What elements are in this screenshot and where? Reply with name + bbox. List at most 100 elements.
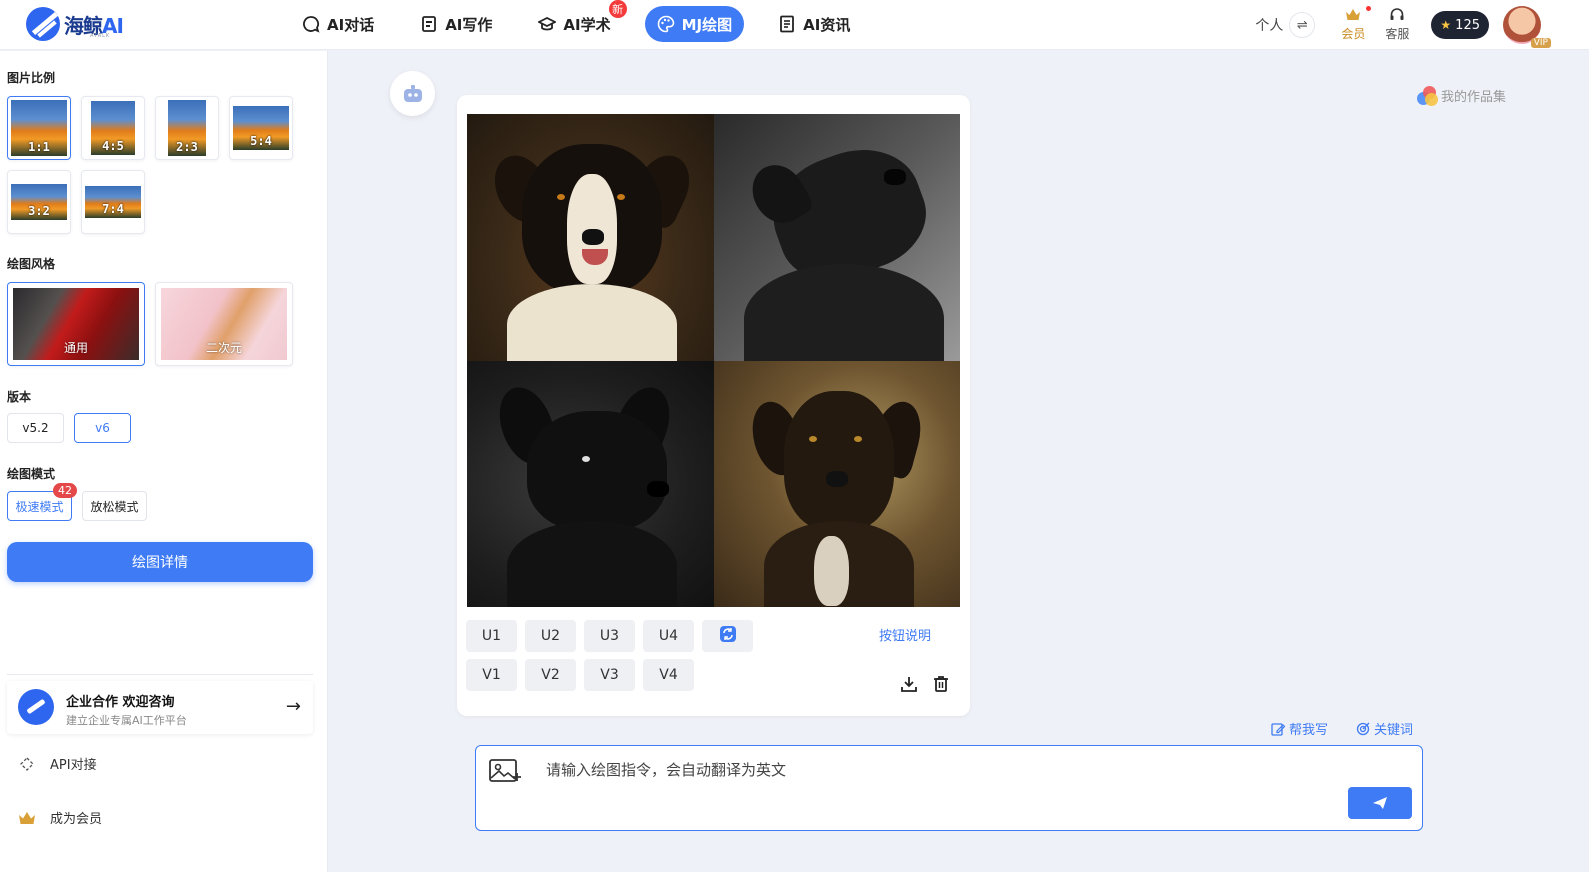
headset-icon xyxy=(1389,8,1405,25)
gallery-icon xyxy=(1415,84,1438,106)
logo-subtitle: ATALK xyxy=(90,33,111,39)
ratio-label: 7:4 xyxy=(102,202,124,216)
variation-v2-button[interactable]: V2 xyxy=(525,659,576,691)
palette-icon xyxy=(657,15,675,33)
target-icon xyxy=(1356,722,1370,735)
upscale-u1-button[interactable]: U1 xyxy=(466,620,517,652)
help-write-link[interactable]: 帮我写 xyxy=(1271,719,1328,738)
service-button[interactable]: 客服 xyxy=(1385,8,1409,42)
generated-image-2[interactable] xyxy=(713,114,960,361)
notification-dot xyxy=(1366,6,1372,11)
keywords-link[interactable]: 关键词 xyxy=(1356,719,1413,738)
mode-fast[interactable]: 极速模式 42 xyxy=(7,483,77,521)
send-button[interactable] xyxy=(1348,787,1412,819)
ratio-label: 4:5 xyxy=(102,139,124,153)
reroll-button[interactable] xyxy=(702,620,753,652)
ratio-label: 2:3 xyxy=(176,140,198,154)
nav-ai-chat[interactable]: AI对话 xyxy=(290,6,386,42)
prompt-input-box[interactable]: 请输入绘图指令，会自动翻译为英文 xyxy=(475,745,1423,831)
vip-tag: VIP xyxy=(1530,38,1551,48)
button-help-link[interactable]: 按钮说明 xyxy=(879,625,931,644)
nav-ai-academic[interactable]: AI学术 新 xyxy=(526,0,627,42)
image-upload-icon[interactable] xyxy=(488,757,522,789)
header-right: 个人 ⇌ 会员 客服 ★ 125 VIP xyxy=(1255,0,1551,50)
new-badge: 新 xyxy=(608,0,627,18)
top-header: 海鲸AI ATALK AI对话 AI写作 AI学术 新 MJ绘图 AI资讯 个人… xyxy=(0,0,1589,50)
drawing-details-button[interactable]: 绘图详情 xyxy=(7,542,313,582)
ratio-option-4-5[interactable]: 4:5 xyxy=(81,96,145,160)
ratio-thumbnail: 7:4 xyxy=(85,186,141,218)
coin-balance[interactable]: ★ 125 xyxy=(1431,11,1489,39)
version-section-title: 版本 xyxy=(7,390,32,404)
user-avatar[interactable]: VIP xyxy=(1503,6,1551,48)
prompt-helpers: 帮我写 关键词 xyxy=(1271,719,1413,738)
doc-write-icon xyxy=(420,15,438,33)
ratio-label: 5:4 xyxy=(250,134,272,148)
mode-relax[interactable]: 放松模式 xyxy=(82,491,147,521)
nav-ai-writing[interactable]: AI写作 xyxy=(408,6,504,42)
api-link-label: API对接 xyxy=(50,758,97,773)
enterprise-card[interactable]: 企业合作 欢迎咨询 建立企业专属AI工作平台 → xyxy=(7,681,313,734)
api-link[interactable]: API对接 xyxy=(18,754,97,773)
nav-label: AI对话 xyxy=(327,15,375,34)
gallery-link-label: 我的作品集 xyxy=(1441,89,1507,105)
ratio-option-5-4[interactable]: 5:4 xyxy=(229,96,293,160)
variation-v4-button[interactable]: V4 xyxy=(643,659,694,691)
chat-bubble-icon xyxy=(302,15,320,33)
ratio-thumbnail: 1:1 xyxy=(11,100,67,156)
news-icon xyxy=(778,15,796,33)
graduation-cap-icon xyxy=(538,15,557,33)
personal-switch[interactable]: 个人 ⇌ xyxy=(1255,12,1316,38)
style-thumbnail: 二次元 xyxy=(161,288,287,360)
version-v5-2[interactable]: v5.2 xyxy=(7,413,64,443)
ratio-thumbnail: 4:5 xyxy=(91,101,135,155)
result-card: U1 U2 U3 U4 按钮说明 V1 V2 V3 V4 xyxy=(457,95,970,716)
bot-avatar xyxy=(390,71,435,116)
image-grid xyxy=(467,114,960,607)
style-thumbnail: 通用 xyxy=(13,288,139,360)
mode-section-title: 绘图模式 xyxy=(7,467,56,481)
download-icon[interactable] xyxy=(900,675,918,697)
ratio-option-3-2[interactable]: 3:2 xyxy=(7,170,71,234)
personal-label: 个人 xyxy=(1255,18,1284,34)
generated-image-4[interactable] xyxy=(713,360,960,607)
mode-label: 极速模式 xyxy=(15,499,64,514)
ratio-option-1-1[interactable]: 1:1 xyxy=(7,96,71,160)
crown-icon xyxy=(18,809,36,827)
arrow-right-icon: → xyxy=(285,696,301,717)
style-option-anime[interactable]: 二次元 xyxy=(155,282,293,366)
ratio-thumbnail: 3:2 xyxy=(11,184,67,220)
ratio-thumbnail: 2:3 xyxy=(168,100,206,156)
ratio-section-title: 图片比例 xyxy=(7,71,56,85)
nav-ai-news[interactable]: AI资讯 xyxy=(766,6,862,42)
vip-label: 会员 xyxy=(1341,27,1366,41)
image-actions xyxy=(900,675,950,697)
variation-v1-button[interactable]: V1 xyxy=(466,659,517,691)
variation-v3-button[interactable]: V3 xyxy=(584,659,635,691)
remaining-count-badge: 42 xyxy=(53,483,77,498)
swap-icon[interactable]: ⇌ xyxy=(1289,12,1316,38)
ratio-thumbnail: 5:4 xyxy=(233,106,289,150)
trash-icon[interactable] xyxy=(932,675,950,697)
nav-label: AI写作 xyxy=(445,15,493,34)
nav-mj-drawing[interactable]: MJ绘图 xyxy=(644,6,745,42)
site-logo[interactable]: 海鲸AI ATALK xyxy=(26,6,124,42)
prompt-placeholder[interactable]: 请输入绘图指令，会自动翻译为英文 xyxy=(546,759,786,780)
help-write-label: 帮我写 xyxy=(1289,723,1329,738)
ratio-option-7-4[interactable]: 7:4 xyxy=(81,170,145,234)
style-option-general[interactable]: 通用 xyxy=(7,282,145,366)
ratio-option-2-3[interactable]: 2:3 xyxy=(155,96,219,160)
generated-image-3[interactable] xyxy=(467,360,714,607)
upscale-u3-button[interactable]: U3 xyxy=(584,620,635,652)
main-nav: AI对话 AI写作 AI学术 新 MJ绘图 AI资讯 xyxy=(290,0,884,42)
vip-button[interactable]: 会员 xyxy=(1341,6,1372,42)
api-icon xyxy=(18,755,36,773)
send-icon xyxy=(1373,797,1387,809)
refresh-icon xyxy=(719,625,737,647)
upscale-u4-button[interactable]: U4 xyxy=(643,620,694,652)
version-v6[interactable]: v6 xyxy=(74,413,131,443)
become-member-link[interactable]: 成为会员 xyxy=(18,808,102,827)
generated-image-1[interactable] xyxy=(467,114,714,361)
upscale-u2-button[interactable]: U2 xyxy=(525,620,576,652)
my-gallery-link[interactable]: 我的作品集 xyxy=(1415,84,1506,106)
